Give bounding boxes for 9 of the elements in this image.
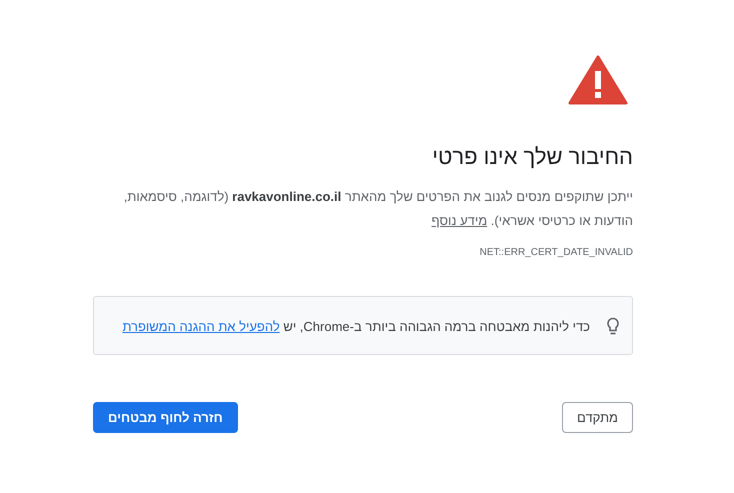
hint-text: כדי ליהנות מאבטחה ברמה הגבוהה ביותר ב-Chrome, יש להפעיל את ההגנה המשופרת — [122, 318, 590, 336]
page-heading: החיבור שלך אינו פרטי — [431, 143, 633, 171]
lightbulb-icon — [606, 317, 620, 337]
enhanced-protection-link[interactable]: להפעיל את ההגנה המשופרת — [122, 319, 280, 334]
error-code: NET::ERR_CERT_DATE_INVALID — [478, 247, 633, 258]
learn-more-link[interactable]: מידע נוסף — [432, 213, 488, 228]
back-to-safety-button[interactable]: חזרה לחוף מבטחים — [93, 402, 238, 433]
warning-icon — [568, 55, 628, 105]
advanced-button[interactable]: מתקדם — [562, 402, 633, 433]
